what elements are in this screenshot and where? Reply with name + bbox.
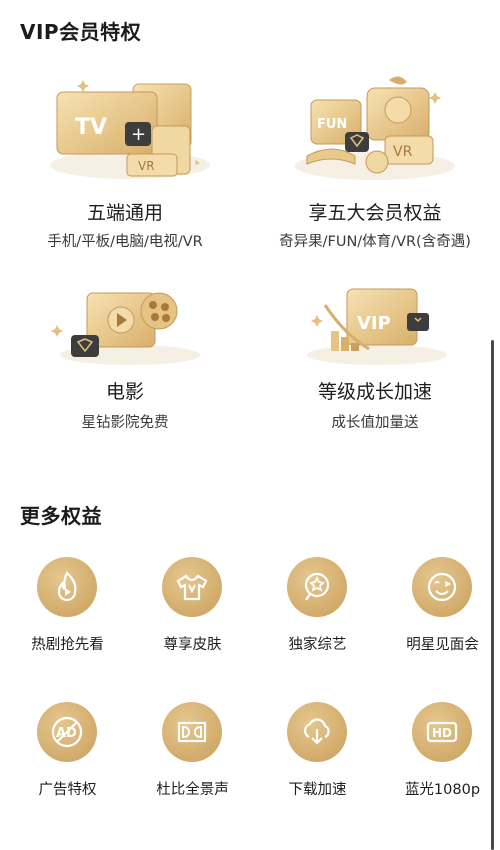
- hd-icon: HD: [412, 702, 472, 762]
- perk-dolby-atmos[interactable]: 杜比全景声: [130, 702, 255, 802]
- feature-desc: 星钻影院免费: [81, 415, 169, 431]
- svg-text:HD: HD: [432, 726, 452, 740]
- feature-level-boost[interactable]: VIP 等级成长加速 成长值加量送: [250, 285, 500, 445]
- flame-play-icon: [37, 557, 97, 617]
- feature-name: 等级成长加速: [317, 381, 432, 403]
- feature-desc: 手机/平板/电脑/电视/VR: [47, 234, 203, 250]
- svg-text:VR: VR: [138, 159, 155, 173]
- no-ad-icon: AD: [37, 702, 97, 762]
- multi-device-illustration: TV + VR: [50, 80, 210, 179]
- svg-text:VR: VR: [393, 144, 413, 160]
- svg-text:FUN: FUN: [317, 117, 347, 132]
- dolby-icon: [162, 702, 222, 762]
- svg-text:+: +: [131, 124, 146, 145]
- feature-name: 享五大会员权益: [308, 202, 442, 224]
- feature-five-memberships[interactable]: FUN VR 享五大会员权益 奇异果/FUN/体育/VR(含奇遇): [250, 70, 500, 260]
- svg-text:VIP: VIP: [357, 313, 391, 334]
- perk-exclusive-variety[interactable]: 独家综艺: [255, 557, 380, 657]
- feature-movie[interactable]: 电影 星钻影院免费: [0, 285, 250, 445]
- perk-download-boost[interactable]: 下载加速: [255, 702, 380, 802]
- scrollbar[interactable]: [491, 340, 494, 850]
- feature-multi-device[interactable]: TV + VR 五端通用 手机/平板/电脑/电视/VR: [0, 70, 250, 260]
- perk-star-meeting[interactable]: 明星见面会: [380, 557, 500, 657]
- svg-text:TV: TV: [75, 115, 107, 140]
- level-boost-illustration: VIP: [307, 288, 447, 365]
- vip-privileges-title: VIP会员特权: [20, 20, 142, 44]
- tshirt-icon: [162, 557, 222, 617]
- perk-early-access[interactable]: 热剧抢先看: [5, 557, 130, 657]
- perk-ad-privilege[interactable]: AD 广告特权: [5, 702, 130, 802]
- star-microphone-icon: [287, 557, 347, 617]
- five-memberships-illustration: FUN VR: [295, 76, 455, 180]
- perk-bluray-1080p[interactable]: HD 蓝光1080p: [380, 702, 500, 802]
- movie-illustration: [51, 292, 200, 365]
- feature-desc: 奇异果/FUN/体育/VR(含奇遇): [279, 234, 471, 250]
- feature-desc: 成长值加量送: [331, 415, 419, 431]
- feature-name: 电影: [105, 381, 144, 403]
- wink-face-icon: [412, 557, 472, 617]
- perk-exclusive-skin[interactable]: 尊享皮肤: [130, 557, 255, 657]
- more-benefits-title: 更多权益: [20, 504, 102, 528]
- feature-name: 五端通用: [86, 202, 163, 224]
- download-icon: [287, 702, 347, 762]
